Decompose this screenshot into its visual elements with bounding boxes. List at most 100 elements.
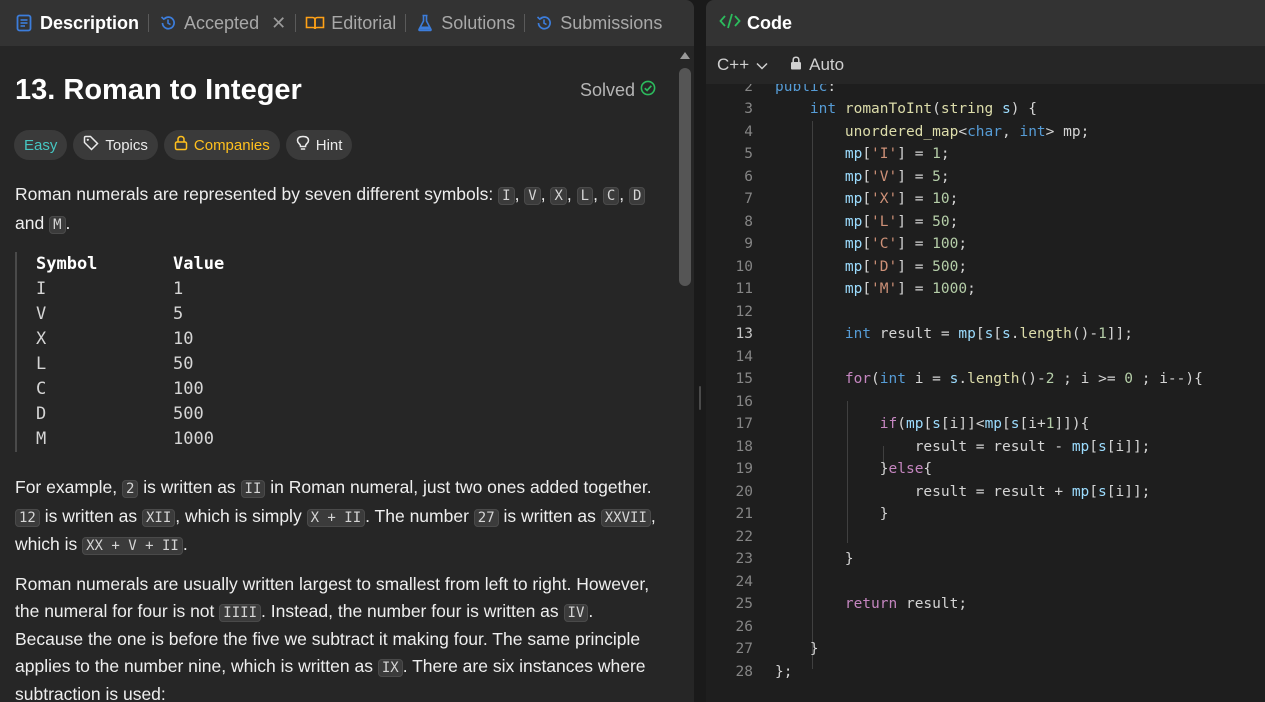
code-text: mp['V'] = 5;: [844, 169, 950, 186]
inline-code: 2: [121, 480, 139, 498]
panel-splitter[interactable]: [694, 0, 706, 702]
lock-icon: [790, 55, 802, 75]
language-label: C++: [717, 55, 750, 74]
line-number: 9: [744, 236, 753, 253]
tab-accepted[interactable]: Accepted ✕: [154, 0, 290, 46]
text: the numeral for four is not: [15, 600, 220, 621]
text: ,: [540, 184, 551, 204]
inline-code: 12: [15, 508, 40, 527]
check-circle-icon: [640, 80, 656, 101]
table-row: D 500: [36, 402, 655, 427]
tab-separator: [405, 14, 407, 32]
difficulty-label: Easy: [24, 136, 58, 154]
text: .: [182, 534, 188, 554]
tab-submissions-label: Submissions: [560, 12, 663, 33]
inline-code: M: [49, 215, 66, 234]
companies-button[interactable]: Companies: [163, 130, 280, 160]
symbol-cell: C: [36, 379, 47, 399]
tab-separator: [524, 14, 526, 32]
line-number: 22: [735, 529, 753, 546]
line-number: 12: [735, 304, 753, 321]
splitter-grip[interactable]: [699, 386, 701, 410]
text: applies to the number nine, which is wri…: [15, 655, 378, 676]
scrollbar-thumb[interactable]: [679, 68, 691, 286]
inline-code: X: [550, 187, 567, 205]
tab-submissions[interactable]: Submissions: [530, 0, 666, 46]
table-row: L 50: [36, 352, 655, 377]
language-selector[interactable]: C++: [717, 55, 768, 75]
column-header: Value: [173, 254, 225, 274]
line-number: 6: [744, 169, 753, 186]
text: . The number: [365, 505, 474, 526]
tab-separator: [148, 14, 150, 32]
text: ,: [619, 184, 629, 204]
code-text: mp['X'] = 10;: [844, 191, 959, 208]
text: Roman numerals are usually written large…: [15, 574, 650, 594]
tab-editorial-label: Editorial: [331, 12, 397, 33]
value-cell: 1000: [173, 429, 214, 449]
auto-mode-indicator[interactable]: Auto: [790, 55, 844, 75]
code-line: 23 }: [706, 548, 1265, 571]
problem-tags: Easy Topics Companies Hint: [14, 130, 353, 160]
close-icon[interactable]: ✕: [271, 13, 286, 34]
code-line: 22: [706, 526, 1265, 549]
text: . Instead, the number four is written as: [261, 600, 564, 621]
code-line: 14: [706, 346, 1265, 369]
code-text: mp['I'] = 1;: [844, 146, 950, 163]
value-cell: 5: [173, 304, 184, 324]
solved-status: Solved: [580, 80, 656, 101]
hint-button[interactable]: Hint: [285, 130, 353, 160]
book-icon: [305, 13, 325, 33]
code-line: 2 public:: [706, 84, 1265, 99]
line-number: 26: [735, 619, 753, 636]
tab-solutions-label: Solutions: [441, 12, 516, 33]
code-line: 15 for(int i = s.length()-2 ; i >= 0 ; i…: [706, 368, 1265, 391]
table-row: I1: [36, 277, 655, 302]
topics-button[interactable]: Topics: [73, 130, 158, 160]
description-scrollbar[interactable]: [676, 46, 694, 702]
code-text: mp['D'] = 500;: [844, 259, 968, 276]
inline-code: XXVII: [600, 508, 651, 527]
text: Roman numerals are represented by seven …: [15, 184, 499, 204]
table-row: V5: [36, 302, 655, 327]
text: ,: [650, 505, 656, 526]
inline-code: IX: [377, 658, 403, 677]
scroll-up-arrow-icon[interactable]: [680, 52, 690, 59]
symbol-cell: L: [36, 354, 47, 374]
description-paragraph-3: Roman numerals are usually written large…: [15, 571, 665, 702]
code-text: result = result - mp[s[i]];: [914, 439, 1151, 456]
description-icon: [14, 13, 34, 33]
code-text: };: [775, 664, 793, 681]
code-line: 16: [706, 391, 1265, 414]
code-panel: Code C++ Auto 2 public: 3 int romanToInt(…: [706, 0, 1265, 702]
code-line: 5 mp['I'] = 1;: [706, 143, 1265, 166]
difficulty-badge: Easy: [14, 130, 68, 160]
history-icon: [158, 13, 178, 33]
symbol-cell: V: [36, 304, 47, 324]
inline-code: XX + V + II: [82, 537, 183, 555]
text: and: [15, 212, 45, 233]
tab-description[interactable]: Description: [10, 0, 143, 46]
tab-editorial[interactable]: Editorial: [301, 0, 400, 46]
code-panel-header: Code: [706, 0, 1265, 46]
tab-separator: [295, 14, 297, 32]
tab-solutions[interactable]: Solutions: [411, 0, 519, 46]
chevron-down-icon: [756, 55, 768, 75]
code-line: 8 mp['L'] = 50;: [706, 211, 1265, 234]
code-text: return result;: [844, 596, 968, 613]
line-number: 16: [735, 394, 753, 411]
lock-icon: [174, 135, 188, 155]
line-number: 24: [735, 574, 753, 591]
inline-code: I: [498, 187, 515, 205]
inline-code: D: [628, 187, 646, 205]
problem-description: 13. Roman to Integer Solved Easy Topics: [0, 46, 676, 702]
left-tab-bar: Description Accepted ✕ Editorial Solutio…: [0, 0, 694, 46]
text: subtraction is used:: [15, 684, 166, 702]
text: . There are six instances where: [402, 655, 646, 676]
table-row: X 10: [36, 327, 655, 352]
code-editor[interactable]: 2 public: 3 int romanToInt(string s) { 4 …: [706, 84, 1265, 702]
code-text: }: [844, 551, 854, 568]
symbol-cell: I: [36, 279, 47, 299]
code-line: 6 mp['V'] = 5;: [706, 166, 1265, 189]
text: Because the one is before the five we su…: [15, 629, 641, 649]
